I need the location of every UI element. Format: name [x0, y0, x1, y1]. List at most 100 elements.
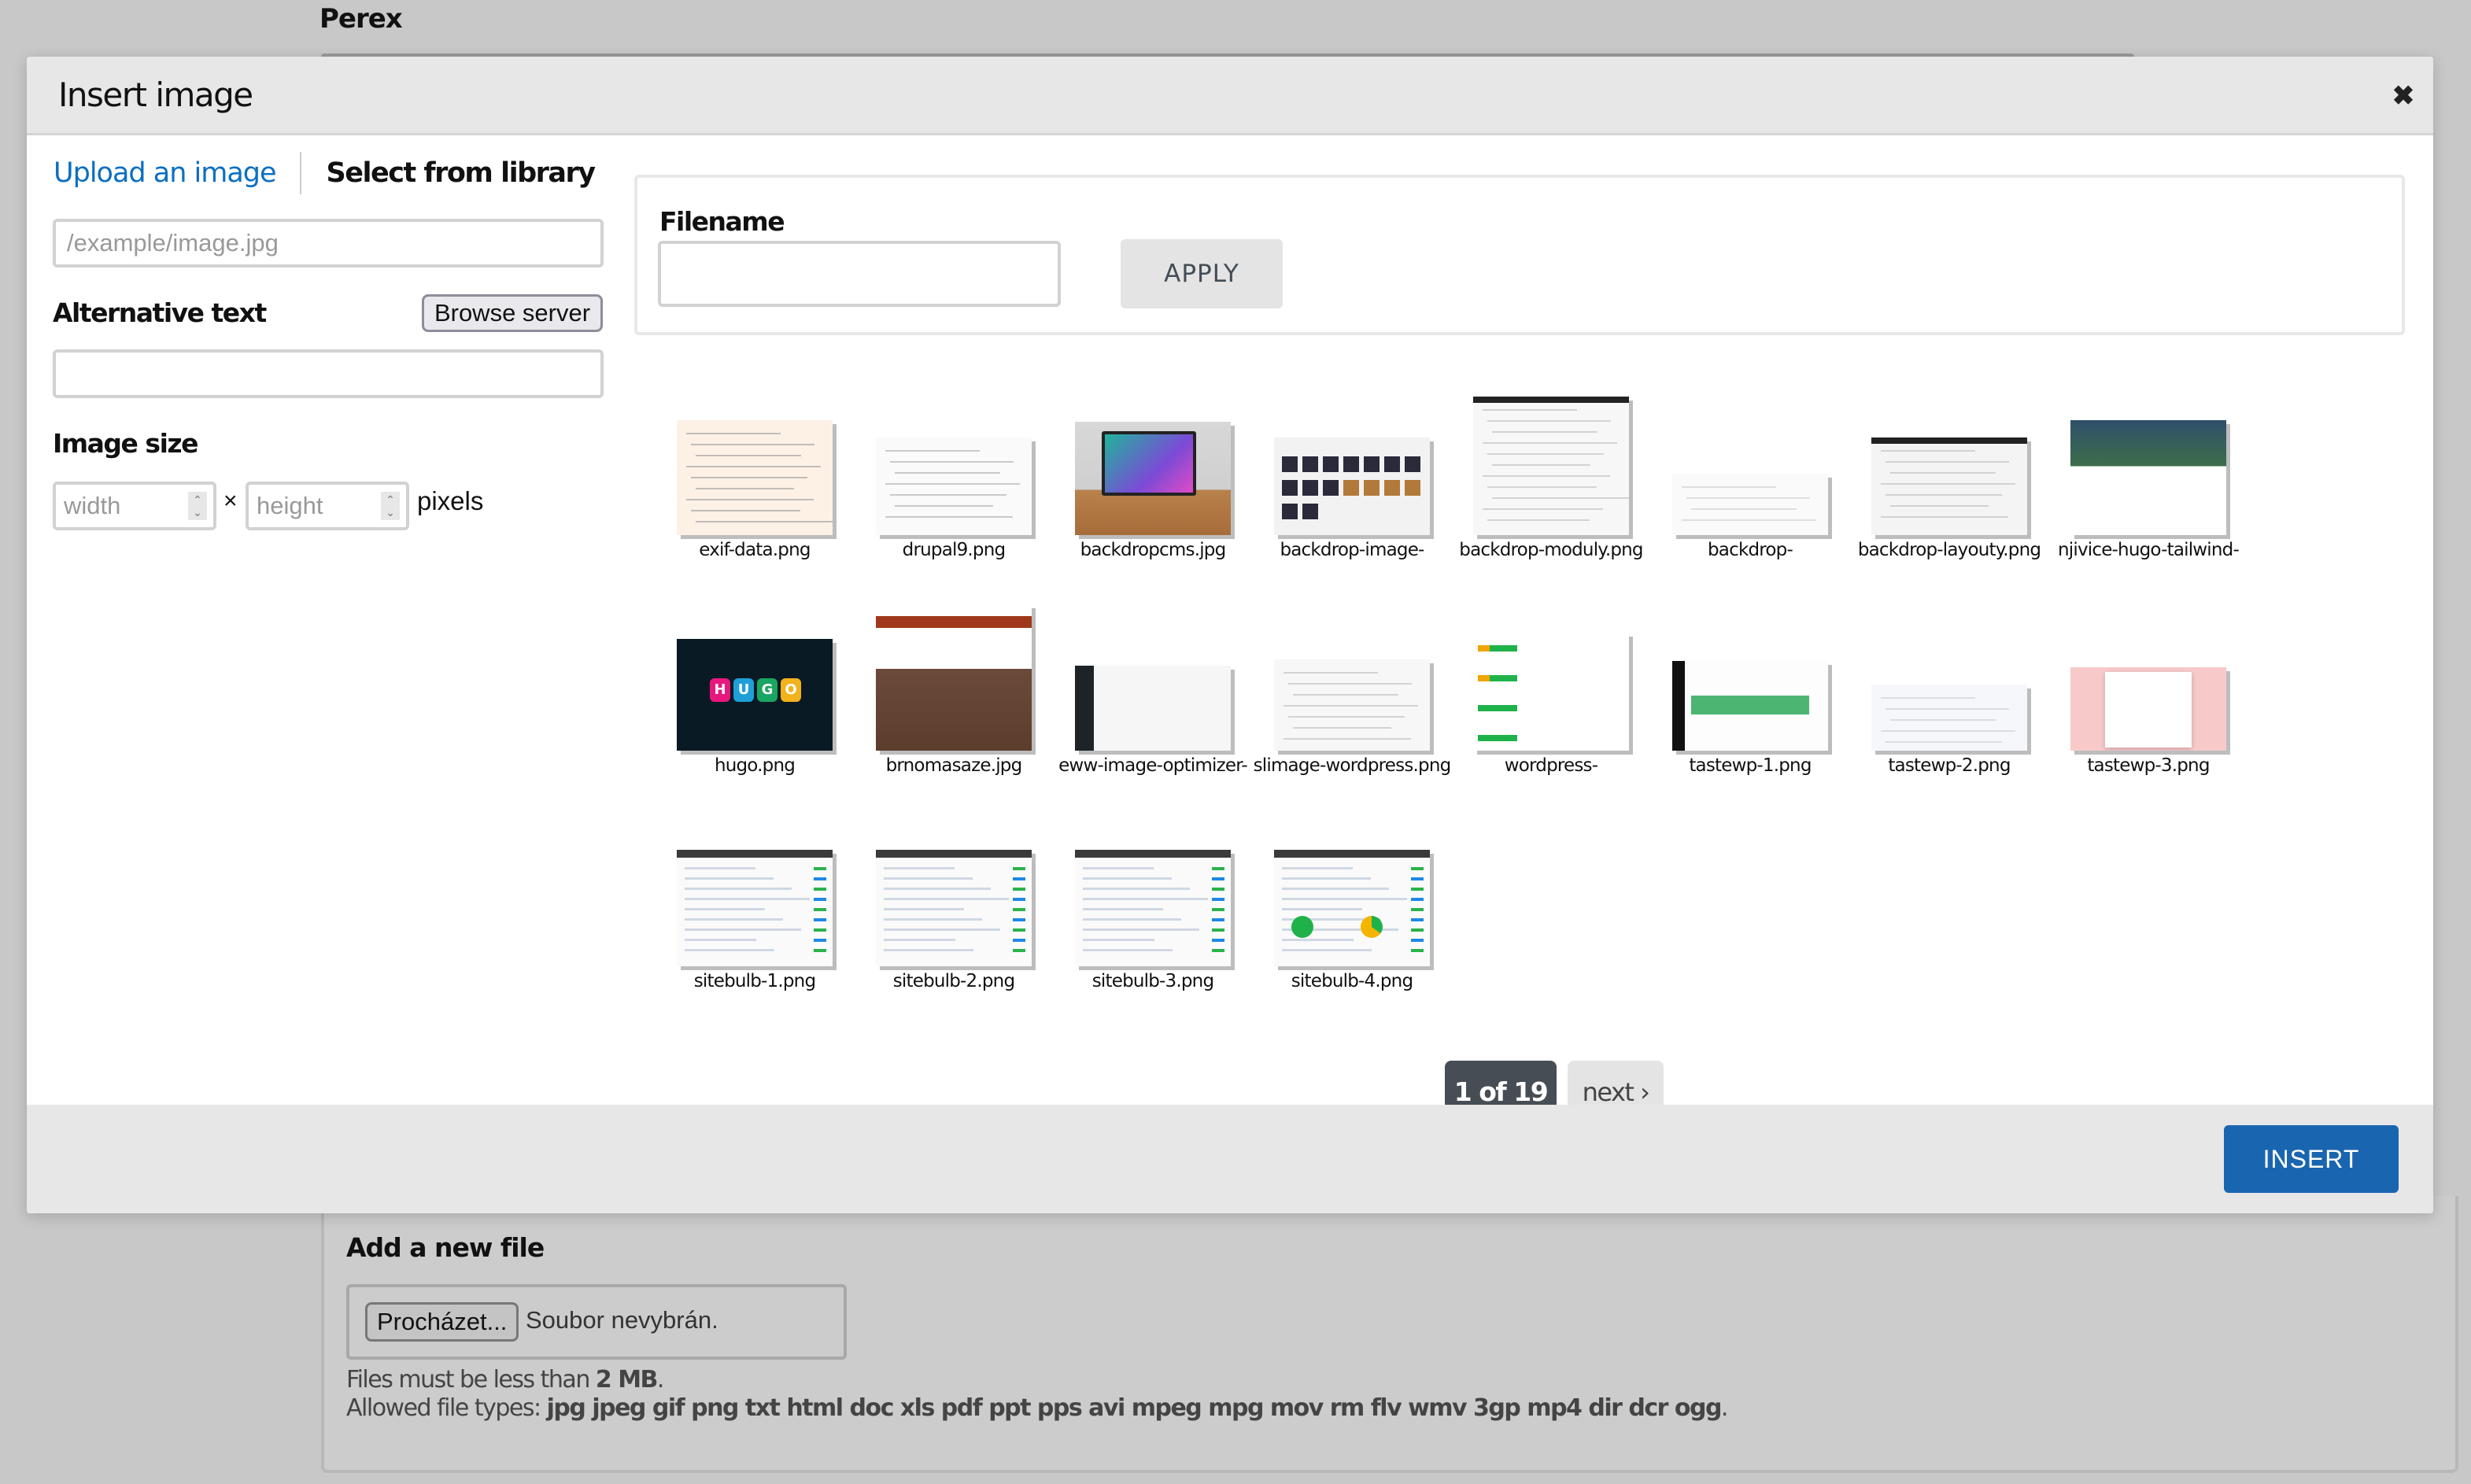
- image-size-label: Image size: [53, 428, 198, 459]
- height-input[interactable]: height ⌃ ⌄: [246, 482, 409, 530]
- image-filename: exif-data.png: [699, 540, 811, 560]
- image-filename: njivice-hugo-tailwind-: [2058, 540, 2240, 560]
- filename-filter-box: Filename APPLY: [634, 175, 2405, 335]
- library-image-item[interactable]: backdrop-moduly.png: [1451, 364, 1651, 560]
- image-url-input[interactable]: [53, 219, 604, 268]
- width-input[interactable]: width ⌃ ⌄: [53, 482, 216, 530]
- library-image-item[interactable]: eww-image-optimizer-: [1053, 579, 1253, 776]
- alt-text-input[interactable]: [53, 349, 604, 398]
- image-filename: tastewp-1.png: [1689, 755, 1812, 776]
- library-image-item[interactable]: backdrop-layouty.png: [1849, 364, 2049, 560]
- image-thumbnail[interactable]: [1473, 633, 1629, 751]
- source-tabs: Upload an image Select from library: [54, 150, 597, 197]
- image-filename: sitebulb-2.png: [892, 971, 1015, 991]
- tab-select-from-library[interactable]: Select from library: [301, 157, 597, 189]
- library-image-item[interactable]: sitebulb-3.png: [1053, 795, 1253, 991]
- image-filename: hugo.png: [714, 755, 796, 776]
- image-thumbnail[interactable]: [1672, 474, 1828, 535]
- library-image-item[interactable]: backdrop-: [1650, 364, 1850, 560]
- library-image-item[interactable]: wordpress-: [1451, 579, 1651, 776]
- pixels-unit-label: pixels: [417, 486, 484, 515]
- width-placeholder: width: [64, 492, 121, 519]
- image-filename: backdrop-: [1708, 540, 1793, 560]
- image-thumbnail[interactable]: [876, 437, 1032, 535]
- perex-label: Perex: [319, 3, 403, 35]
- filename-filter-label: Filename: [659, 206, 785, 237]
- thumbnail-frame: [1274, 659, 1430, 751]
- image-filename: wordpress-: [1504, 755, 1598, 776]
- image-thumbnail[interactable]: [1274, 850, 1430, 966]
- library-image-item[interactable]: exif-data.png: [655, 364, 855, 560]
- tab-upload-image[interactable]: Upload an image: [54, 152, 301, 194]
- image-thumbnail[interactable]: [1473, 397, 1629, 535]
- file-browse-button[interactable]: Procházet...: [365, 1302, 519, 1342]
- thumbnail-frame: [2070, 420, 2226, 535]
- thumbnail-frame: HUGO: [677, 639, 833, 751]
- library-image-item[interactable]: sitebulb-2.png: [854, 795, 1054, 991]
- image-thumbnail[interactable]: [1274, 659, 1430, 751]
- image-thumbnail[interactable]: [876, 850, 1032, 966]
- size-limit-value: 2 MB: [595, 1366, 659, 1394]
- file-status: Soubor nevybrán.: [526, 1306, 718, 1334]
- height-spinner-icon[interactable]: ⌃ ⌄: [381, 492, 400, 520]
- library-image-item[interactable]: njivice-hugo-tailwind-: [2048, 364, 2248, 560]
- image-thumbnail[interactable]: [2070, 420, 2226, 535]
- image-filename: backdropcms.jpg: [1080, 540, 1227, 560]
- thumbnail-frame: [677, 850, 833, 966]
- insert-button[interactable]: INSERT: [2224, 1125, 2399, 1193]
- thumbnail-frame: [1473, 397, 1629, 535]
- thumbnail-frame: [1871, 685, 2027, 751]
- filename-filter-input[interactable]: [658, 241, 1061, 307]
- library-image-item[interactable]: brnomasaze.jpg: [854, 579, 1054, 776]
- thumbnail-frame: [1672, 474, 1828, 535]
- thumbnail-frame: [1075, 666, 1231, 751]
- thumbnail-frame: [1075, 850, 1231, 966]
- library-image-item[interactable]: H U G O hugo.png: [655, 579, 855, 776]
- thumbnail-frame: [1274, 437, 1430, 535]
- library-image-item[interactable]: slimage-wordpress.png: [1252, 579, 1452, 776]
- apply-filter-button[interactable]: APPLY: [1121, 239, 1283, 308]
- image-filename: sitebulb-4.png: [1291, 971, 1413, 991]
- image-thumbnail[interactable]: [677, 420, 833, 535]
- library-image-item[interactable]: tastewp-1.png: [1650, 579, 1850, 776]
- dialog-header: Insert image ✖: [27, 57, 2433, 135]
- image-filename: backdrop-image-: [1280, 540, 1424, 560]
- library-image-item[interactable]: tastewp-3.png: [2048, 579, 2248, 776]
- image-filename: backdrop-layouty.png: [1857, 540, 2041, 560]
- image-filename: drupal9.png: [902, 540, 1006, 560]
- image-thumbnail[interactable]: HUGO: [677, 639, 833, 751]
- add-file-title: Add a new file: [346, 1232, 545, 1263]
- image-thumbnail[interactable]: [1075, 666, 1231, 751]
- library-image-item[interactable]: tastewp-2.png: [1849, 579, 2049, 776]
- image-thumbnail[interactable]: [1871, 685, 2027, 751]
- dialog-title: Insert image: [58, 76, 253, 114]
- thumbnail-frame: [876, 437, 1032, 535]
- image-thumbnail[interactable]: [1672, 661, 1828, 751]
- library-image-item[interactable]: backdrop-image-: [1252, 364, 1452, 560]
- thumbnail-frame: [1075, 422, 1231, 535]
- library-image-item[interactable]: sitebulb-1.png: [655, 795, 855, 991]
- library-image-item[interactable]: drupal9.png: [854, 364, 1054, 560]
- image-thumbnail[interactable]: [876, 604, 1032, 751]
- width-spinner-icon[interactable]: ⌃ ⌄: [188, 492, 207, 520]
- image-thumbnail[interactable]: [1274, 437, 1430, 535]
- browse-server-button[interactable]: Browse server: [422, 294, 603, 332]
- thumbnail-frame: [1274, 850, 1430, 966]
- allowed-types-value: jpg jpeg gif png txt html doc xls pdf pp…: [546, 1394, 1723, 1422]
- image-thumbnail[interactable]: [677, 850, 833, 966]
- image-thumbnail[interactable]: [1075, 850, 1231, 966]
- thumbnail-frame: [1473, 633, 1629, 751]
- library-image-item[interactable]: sitebulb-4.png: [1252, 795, 1452, 991]
- close-button[interactable]: ✖: [2388, 80, 2419, 112]
- image-thumbnail[interactable]: [1871, 437, 2027, 535]
- height-placeholder: height: [257, 492, 323, 519]
- image-filename: sitebulb-1.png: [693, 971, 816, 991]
- dialog-footer: INSERT: [27, 1105, 2433, 1213]
- insert-image-dialog: Insert image ✖ Upload an image Select fr…: [27, 57, 2433, 1213]
- image-filename: tastewp-2.png: [1888, 755, 2011, 776]
- library-image-item[interactable]: backdropcms.jpg: [1053, 364, 1253, 560]
- image-thumbnail[interactable]: [2070, 667, 2226, 751]
- thumbnail-frame: [876, 850, 1032, 966]
- times-sign: ×: [223, 488, 238, 514]
- image-thumbnail[interactable]: [1075, 422, 1231, 535]
